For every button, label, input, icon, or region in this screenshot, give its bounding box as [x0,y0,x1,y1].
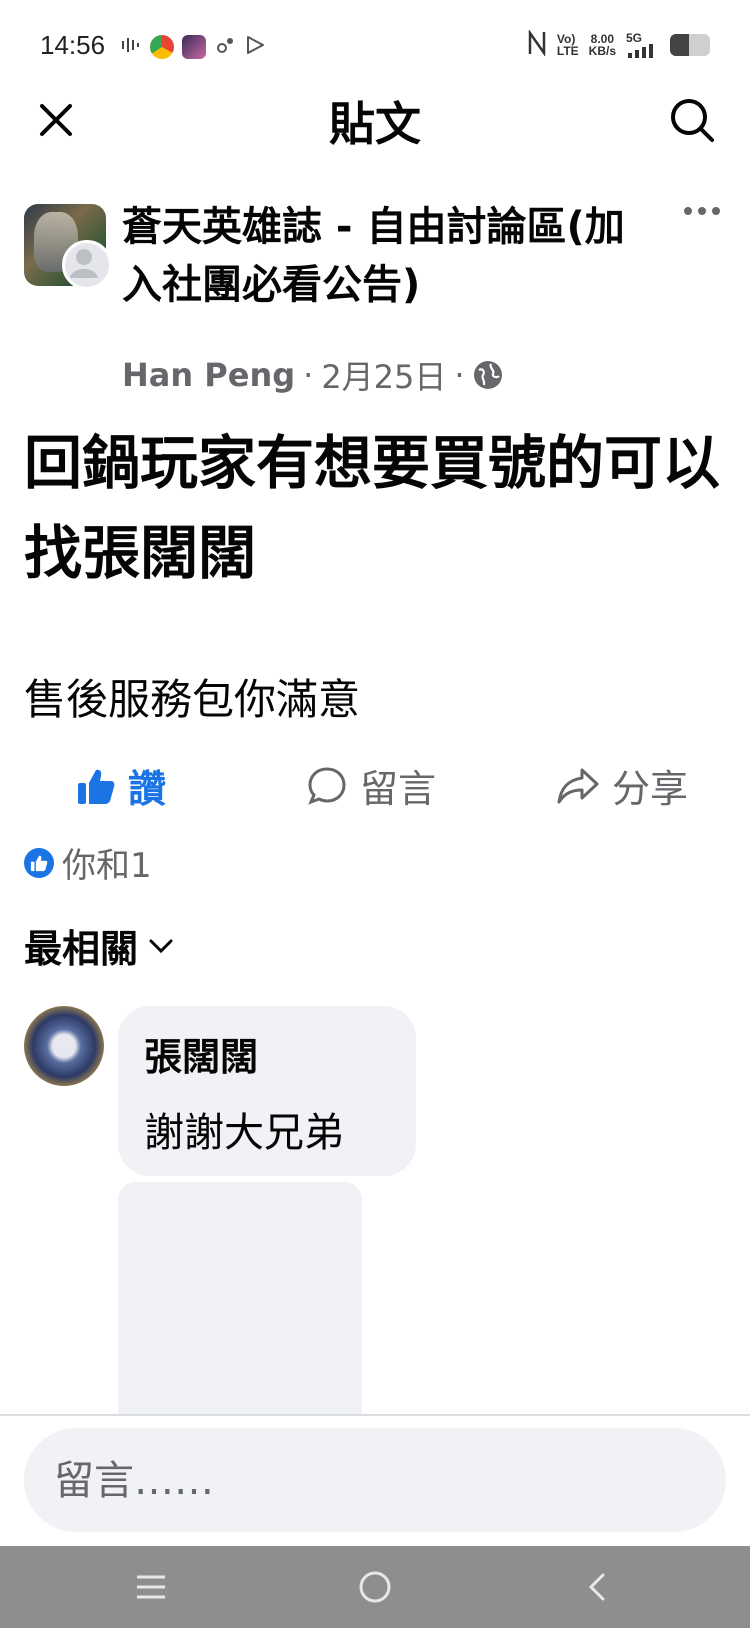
thumbs-up-icon [78,769,115,804]
network-speed-unit: KB/s [588,43,616,58]
back-button[interactable] [572,1562,622,1612]
search-icon [671,99,714,142]
comment-button[interactable]: 留言 [306,758,436,813]
share-label: 分享 [612,767,689,811]
volte-label: Vo) [556,31,576,46]
signal-indicator: 5G [626,32,660,58]
share-icon [557,768,599,803]
post-date[interactable]: 2月25日 [321,352,446,398]
back-chevron-icon [588,1573,605,1601]
comment-icon [308,766,346,805]
commenter-avatar[interactable] [24,1006,104,1086]
share-button[interactable]: 分享 [556,758,688,813]
meta-separator: · [454,356,465,394]
commenter-name[interactable]: 張闊闊 [144,1026,258,1081]
page-title: 貼文 [329,97,421,151]
more-options-button[interactable] [682,204,722,218]
comment-composer [24,1428,726,1534]
chrome-icon [150,35,174,59]
comment-text: 謝謝大兄弟 [144,1110,344,1156]
recent-apps-button[interactable] [126,1562,176,1612]
composer-divider [0,1414,750,1416]
author-name[interactable]: Han Peng [122,356,295,394]
game-app-icon [182,35,206,59]
group-name[interactable]: 蒼天英雄誌 - 自由討論區(加入社團必看公告) [122,198,642,314]
more-dots-icon [684,207,720,215]
network-speed-value: 8.00 [590,31,614,46]
like-button[interactable]: 讚 [76,758,166,813]
status-time: 14:56 [40,30,106,60]
signal-bars-icon [628,43,653,58]
comment-image-placeholder[interactable] [118,1182,362,1414]
post-meta: Han Peng · 2月25日 · [122,352,503,398]
comments-sort-dropdown[interactable]: 最相關 [24,918,174,973]
network-type-label: 5G [626,30,643,45]
like-reaction-icon [24,847,54,878]
meta-separator: · [303,356,314,394]
comment-input[interactable] [52,1428,696,1534]
post-body: 售後服務包你滿意 [24,675,361,724]
comment-label: 留言 [360,767,437,811]
chevron-down-icon [149,939,173,953]
play-store-icon [244,34,266,60]
globe-icon [473,361,502,389]
voice-recorder-icon [120,34,142,60]
like-label: 讚 [128,767,167,811]
nfc-icon [527,29,547,59]
status-notification-icons [120,34,266,60]
battery-icon [670,33,710,56]
reactions-summary[interactable]: 你和1 [24,838,152,887]
lte-label: LTE [556,43,579,58]
reactions-count: 你和1 [62,846,152,886]
author-avatar[interactable] [62,240,112,290]
network-speed: 8.00 KB/s [589,33,616,57]
post-title: 回鍋玩家有想要買號的可以找張闊闊 [24,429,721,587]
search-button[interactable] [666,94,718,146]
volte-indicator: Vo) LTE [557,33,579,57]
sync-icon [214,34,236,60]
home-button[interactable] [350,1562,400,1612]
home-circle-icon [359,1571,391,1603]
menu-icon [137,1575,165,1599]
status-system-icons: Vo) LTE 8.00 KB/s 5G [527,29,710,59]
sort-label: 最相關 [24,927,139,971]
